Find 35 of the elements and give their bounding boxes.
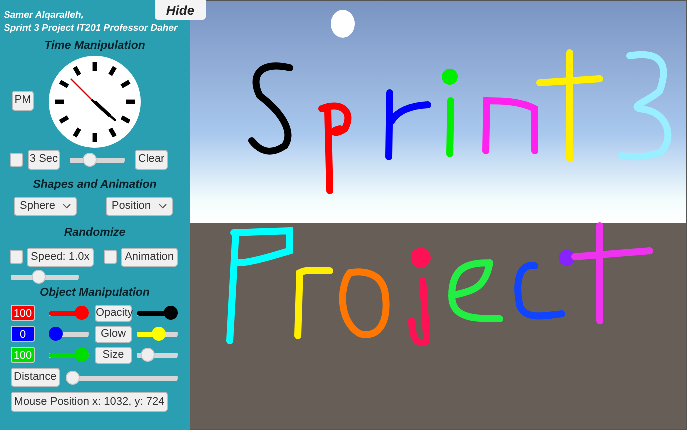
distance-button[interactable]: Distance [11,368,60,387]
slider-thumb[interactable] [75,306,89,320]
slider-thumb[interactable] [49,327,63,341]
project-caption: Sprint 3 Project IT201 Professor Daher [4,23,178,35]
slider-thumb[interactable] [66,370,80,384]
slider-thumb[interactable] [141,348,156,362]
sun-icon [331,10,355,38]
section-title: Time Manipulation [44,41,146,52]
option-button[interactable]: Animation [121,248,178,266]
checkbox[interactable] [10,250,23,264]
clear-button[interactable]: Clear [135,150,168,170]
dropdown[interactable]: Sphere [14,197,78,216]
chevron-down-icon [63,204,72,209]
option-button[interactable]: Speed: 1.0x [27,248,94,266]
slider-thumb[interactable] [152,327,166,341]
section-title: Shapes and Animation [32,180,158,191]
duration-button[interactable]: 3 Sec [28,150,60,170]
hide-button[interactable]: Hide [155,0,206,20]
mouse-position-readout: Mouse Position x: 1032, y: 724 [11,392,168,412]
chevron-down-icon [159,204,167,209]
slider-thumb[interactable] [32,270,46,284]
property-button[interactable]: Size [95,346,132,364]
value-field[interactable]: 0 [11,326,35,342]
property-button[interactable]: Glow [95,326,132,342]
section-title: Randomize [63,228,127,240]
author-name: Samer Alqaralleh, [4,10,84,22]
slider-thumb[interactable] [164,306,178,320]
slider-thumb[interactable] [75,348,89,362]
slider-thumb[interactable] [83,152,98,166]
checkbox[interactable] [10,152,23,166]
checkbox[interactable] [104,250,118,264]
pm-button[interactable]: PM [12,90,34,110]
value-field[interactable]: 100 [11,305,35,321]
dropdown[interactable]: Position [106,197,173,216]
section-title: Object Manipulation [39,288,151,299]
